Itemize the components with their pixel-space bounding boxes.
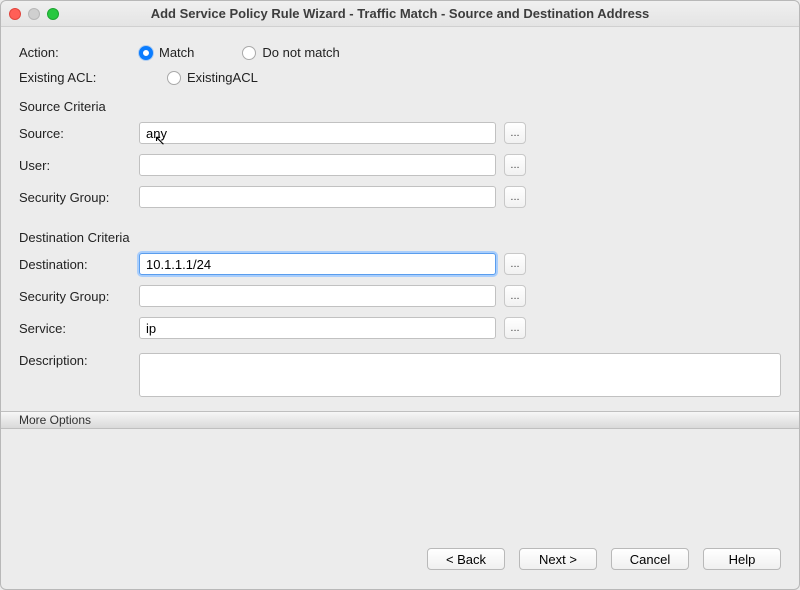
destination-browse-button[interactable]: ...: [504, 253, 526, 275]
src-security-group-input[interactable]: [139, 186, 496, 208]
close-icon[interactable]: [9, 8, 21, 20]
zoom-icon[interactable]: [47, 8, 59, 20]
radio-existing-acl-label: ExistingACL: [187, 70, 258, 85]
service-input[interactable]: [139, 317, 496, 339]
radio-selected-icon: [139, 46, 153, 60]
user-browse-button[interactable]: ...: [504, 154, 526, 176]
source-criteria-heading: Source Criteria: [19, 99, 781, 114]
dst-security-group-input[interactable]: [139, 285, 496, 307]
destination-criteria-heading: Destination Criteria: [19, 230, 781, 245]
more-options-label: More Options: [19, 413, 91, 427]
radio-no-match-label: Do not match: [262, 45, 339, 60]
next-button[interactable]: Next >: [519, 548, 597, 570]
wizard-window: Add Service Policy Rule Wizard - Traffic…: [0, 0, 800, 590]
radio-existing-acl[interactable]: ExistingACL: [167, 70, 258, 85]
source-browse-button[interactable]: ...: [504, 122, 526, 144]
minimize-icon[interactable]: [28, 8, 40, 20]
cancel-button[interactable]: Cancel: [611, 548, 689, 570]
back-button[interactable]: < Back: [427, 548, 505, 570]
src-security-group-label: Security Group:: [19, 190, 139, 205]
destination-input[interactable]: [139, 253, 496, 275]
radio-match-label: Match: [159, 45, 194, 60]
more-options-toggle[interactable]: More Options: [1, 411, 799, 429]
footer-buttons: < Back Next > Cancel Help: [1, 539, 799, 589]
user-label: User:: [19, 158, 139, 173]
src-security-group-browse-button[interactable]: ...: [504, 186, 526, 208]
existing-acl-label: Existing ACL:: [19, 70, 139, 85]
action-radio-group: Match Do not match: [139, 45, 340, 60]
action-label: Action:: [19, 45, 139, 60]
content-area: Action: Match Do not match Existing ACL:…: [1, 27, 799, 539]
radio-unselected-icon: [242, 46, 256, 60]
radio-unselected-icon: [167, 71, 181, 85]
source-label: Source:: [19, 126, 139, 141]
titlebar: Add Service Policy Rule Wizard - Traffic…: [1, 1, 799, 27]
user-input[interactable]: [139, 154, 496, 176]
destination-label: Destination:: [19, 257, 139, 272]
source-input[interactable]: [139, 122, 496, 144]
dst-security-group-browse-button[interactable]: ...: [504, 285, 526, 307]
service-browse-button[interactable]: ...: [504, 317, 526, 339]
radio-match[interactable]: Match: [139, 45, 194, 60]
radio-do-not-match[interactable]: Do not match: [242, 45, 339, 60]
description-label: Description:: [19, 353, 139, 368]
help-button[interactable]: Help: [703, 548, 781, 570]
service-label: Service:: [19, 321, 139, 336]
dst-security-group-label: Security Group:: [19, 289, 139, 304]
window-title: Add Service Policy Rule Wizard - Traffic…: [9, 6, 791, 21]
description-textarea[interactable]: [139, 353, 781, 397]
window-controls: [9, 8, 59, 20]
